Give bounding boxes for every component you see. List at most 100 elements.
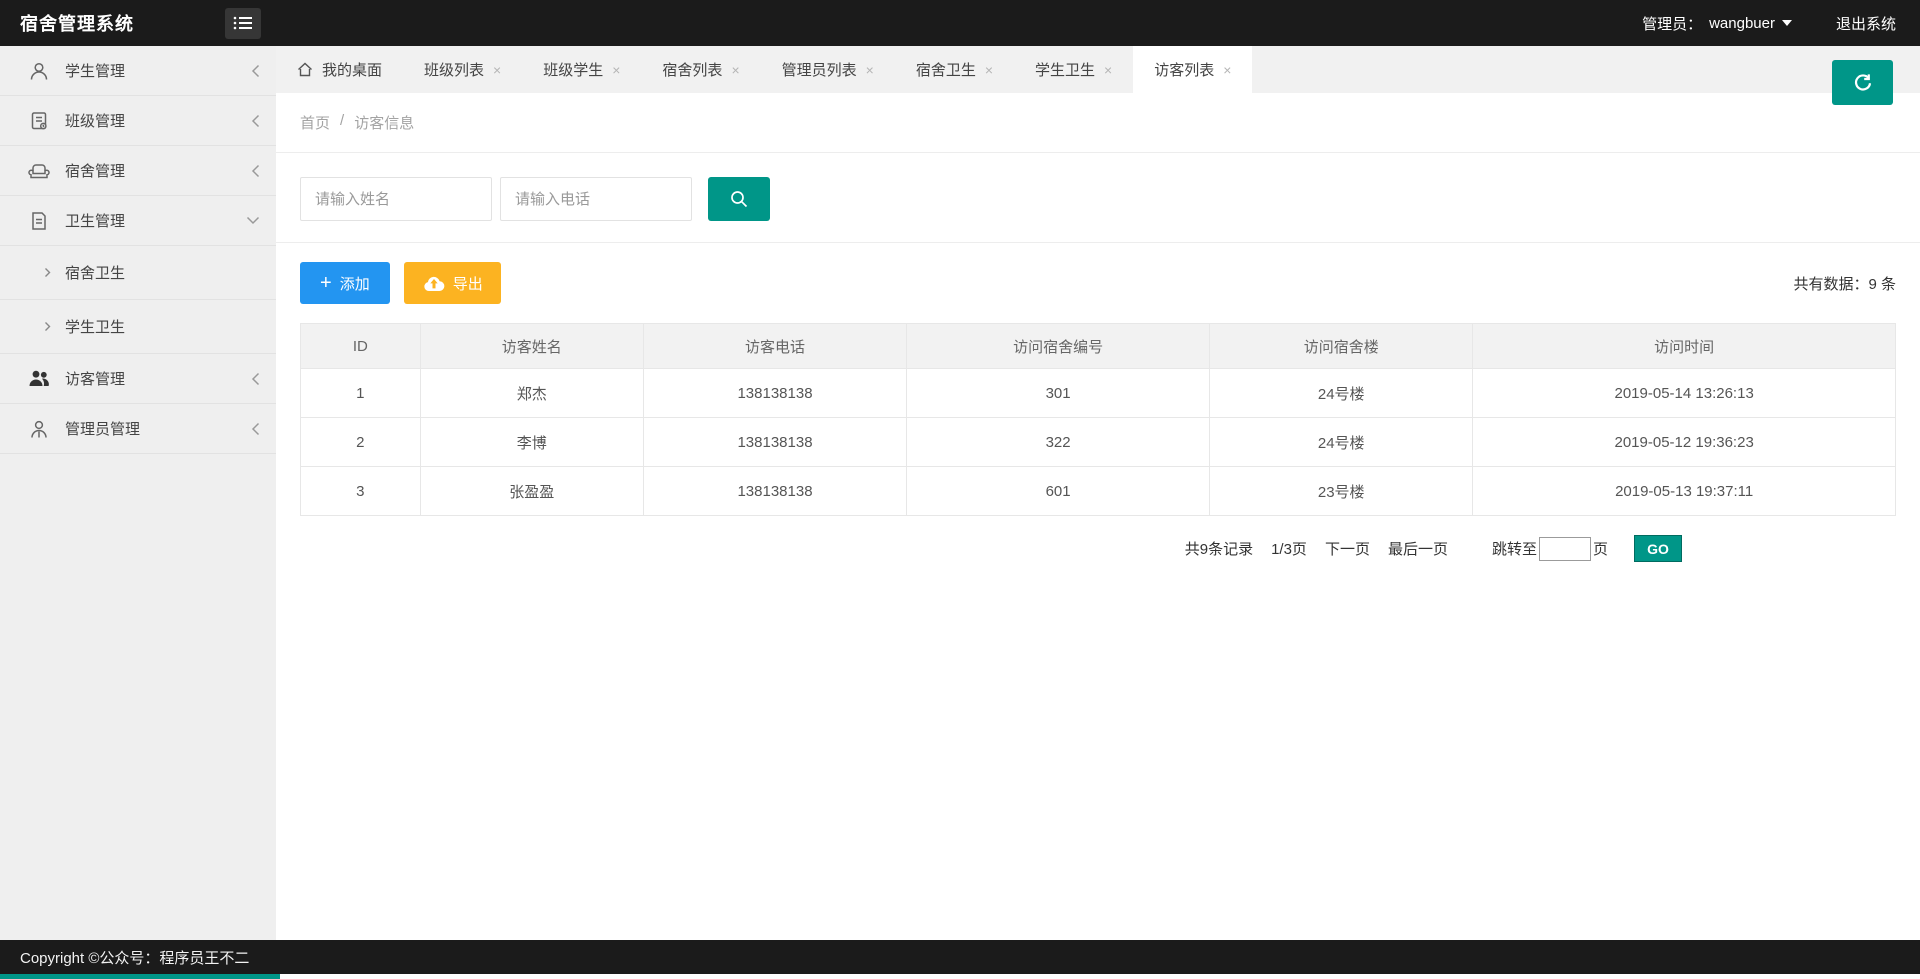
breadcrumb-current: 访客信息 — [354, 115, 415, 132]
header-cell-time: 访问时间 — [1472, 323, 1896, 369]
app-title: 宿舍管理系统 — [20, 14, 134, 34]
jump-label: 跳转至 — [1491, 541, 1537, 558]
sidebar-toggle-button[interactable] — [225, 7, 261, 39]
class-icon — [26, 110, 52, 132]
export-button[interactable]: 导出 — [403, 262, 501, 304]
record-summary: 共9条记录 — [1184, 541, 1254, 558]
phone-search-input[interactable] — [500, 177, 692, 221]
tab-student-hygiene[interactable]: 学生卫生 × — [1014, 46, 1133, 93]
sidebar-item-hygiene-management[interactable]: 卫生管理 — [0, 196, 276, 246]
sidebar-subitem-student-hygiene[interactable]: 学生卫生 — [0, 300, 276, 354]
name-search-input[interactable] — [300, 177, 492, 221]
horizontal-scrollbar[interactable] — [0, 974, 1920, 979]
last-page-link[interactable]: 最后一页 — [1388, 538, 1448, 559]
cell-time: 2019-05-12 19:36:23 — [1472, 417, 1896, 467]
arrow-right-icon — [44, 321, 51, 332]
tab-my-desktop[interactable]: 我的桌面 — [276, 46, 403, 93]
cell-id: 1 — [300, 368, 421, 418]
sidebar-subitem-dorm-hygiene[interactable]: 宿舍卫生 — [0, 246, 276, 300]
cell-name: 张盈盈 — [419, 466, 644, 516]
cell-building: 24号楼 — [1209, 417, 1474, 467]
tab-dorm-list[interactable]: 宿舍列表 × — [641, 46, 760, 93]
table-row[interactable]: 1 郑杰 138138138 301 24号楼 2019-05-14 13:26… — [300, 368, 1896, 418]
menu-icon — [233, 15, 253, 31]
breadcrumb-separator: / — [340, 112, 345, 129]
tab-admin-list[interactable]: 管理员列表 × — [761, 46, 895, 93]
header-cell-building: 访问宿舍楼 — [1209, 323, 1474, 369]
admin-user-dropdown[interactable]: 管理员： wangbuer — [1642, 13, 1792, 34]
table-row[interactable]: 3 张盈盈 138138138 601 23号楼 2019-05-13 19:3… — [300, 466, 1896, 516]
jump-unit: 页 — [1592, 541, 1608, 558]
refresh-icon — [1852, 72, 1874, 94]
breadcrumb-home-link[interactable]: 首页 — [300, 112, 330, 133]
page-jump-group: 跳转至 页 — [1491, 536, 1608, 561]
sidebar-item-visitor-management[interactable]: 访客管理 — [0, 354, 276, 404]
hygiene-icon — [26, 210, 52, 232]
visitor-table: ID 访客姓名 访客电话 访问宿舍编号 访问宿舍楼 访问时间 1 郑杰 1381… — [300, 323, 1896, 516]
table-toolbar: + 添加 导出 共有数据：9 条 — [276, 243, 1920, 323]
breadcrumb: 首页 / 访客信息 — [300, 112, 414, 133]
chevron-left-icon — [251, 64, 260, 78]
close-icon[interactable]: × — [612, 62, 620, 78]
search-icon — [728, 188, 750, 210]
scrollbar-thumb[interactable] — [0, 974, 280, 979]
tab-visitor-list[interactable]: 访客列表 × — [1133, 46, 1253, 93]
sidebar-item-dorm-management[interactable]: 宿舍管理 — [0, 146, 276, 196]
sidebar-item-student-management[interactable]: 学生管理 — [0, 46, 276, 96]
page-jump-input[interactable] — [1538, 536, 1591, 561]
close-icon[interactable]: × — [1104, 62, 1112, 78]
cell-id: 2 — [300, 417, 421, 467]
sidebar-item-admin-management[interactable]: 管理员管理 — [0, 404, 276, 454]
search-button[interactable] — [708, 177, 770, 221]
total-count-label: 共有数据：9 条 — [1793, 275, 1896, 293]
cell-phone: 138138138 — [642, 417, 908, 467]
visitors-icon — [26, 369, 52, 389]
next-page-link[interactable]: 下一页 — [1325, 538, 1370, 559]
close-icon[interactable]: × — [1223, 62, 1231, 78]
caret-down-icon — [1781, 20, 1792, 26]
arrow-right-icon — [44, 267, 51, 278]
search-bar — [276, 153, 1920, 243]
header-cell-id: ID — [300, 323, 421, 369]
cell-time: 2019-05-13 19:37:11 — [1472, 466, 1896, 516]
chevron-down-icon — [246, 216, 260, 225]
header-cell-name: 访客姓名 — [419, 323, 644, 369]
chevron-left-icon — [251, 164, 260, 178]
cell-building: 24号楼 — [1209, 368, 1474, 418]
refresh-button[interactable] — [1832, 60, 1893, 105]
footer: Copyright ©公众号：程序员王不二 — [0, 940, 1920, 979]
cell-time: 2019-05-14 13:26:13 — [1472, 368, 1896, 418]
cloud-export-icon — [422, 274, 446, 293]
close-icon[interactable]: × — [985, 62, 993, 78]
tab-class-list[interactable]: 班级列表 × — [403, 46, 522, 93]
cell-name: 李博 — [419, 417, 644, 467]
breadcrumb-row: 首页 / 访客信息 — [276, 93, 1920, 153]
dorm-icon — [26, 160, 52, 182]
chevron-left-icon — [251, 422, 260, 436]
page-indicator: 1/3页 — [1271, 541, 1307, 558]
cell-phone: 138138138 — [642, 368, 908, 418]
header-cell-phone: 访客电话 — [642, 323, 908, 369]
close-icon[interactable]: × — [866, 62, 874, 78]
table-row[interactable]: 2 李博 138138138 322 24号楼 2019-05-12 19:36… — [300, 417, 1896, 467]
add-button[interactable]: + 添加 — [300, 262, 390, 304]
go-button[interactable]: GO — [1634, 535, 1682, 562]
admin-label: 管理员： — [1642, 15, 1703, 33]
sidebar-item-class-management[interactable]: 班级管理 — [0, 96, 276, 146]
home-icon — [297, 62, 313, 77]
visitor-table-wrap: ID 访客姓名 访客电话 访问宿舍编号 访问宿舍楼 访问时间 1 郑杰 1381… — [276, 323, 1920, 516]
tab-class-students[interactable]: 班级学生 × — [522, 46, 641, 93]
copyright-text: Copyright ©公众号：程序员王不二 — [20, 949, 250, 967]
close-icon[interactable]: × — [493, 62, 501, 78]
logout-button[interactable]: 退出系统 — [1836, 13, 1896, 34]
tab-dorm-hygiene[interactable]: 宿舍卫生 × — [895, 46, 1014, 93]
chevron-left-icon — [251, 372, 260, 386]
close-icon[interactable]: × — [731, 62, 739, 78]
admin-username: wangbuer — [1709, 14, 1775, 32]
cell-room: 301 — [906, 368, 1211, 418]
plus-icon: + — [320, 272, 332, 294]
sidebar-nav: 学生管理 班级管理 宿舍管理 卫生管理 宿舍卫生 学生卫生 访客管理 管理员管理 — [0, 46, 276, 940]
header-cell-room: 访问宿舍编号 — [906, 323, 1211, 369]
top-header: 宿舍管理系统 管理员： wangbuer 退出系统 — [0, 0, 1920, 46]
admin-icon — [26, 418, 52, 440]
